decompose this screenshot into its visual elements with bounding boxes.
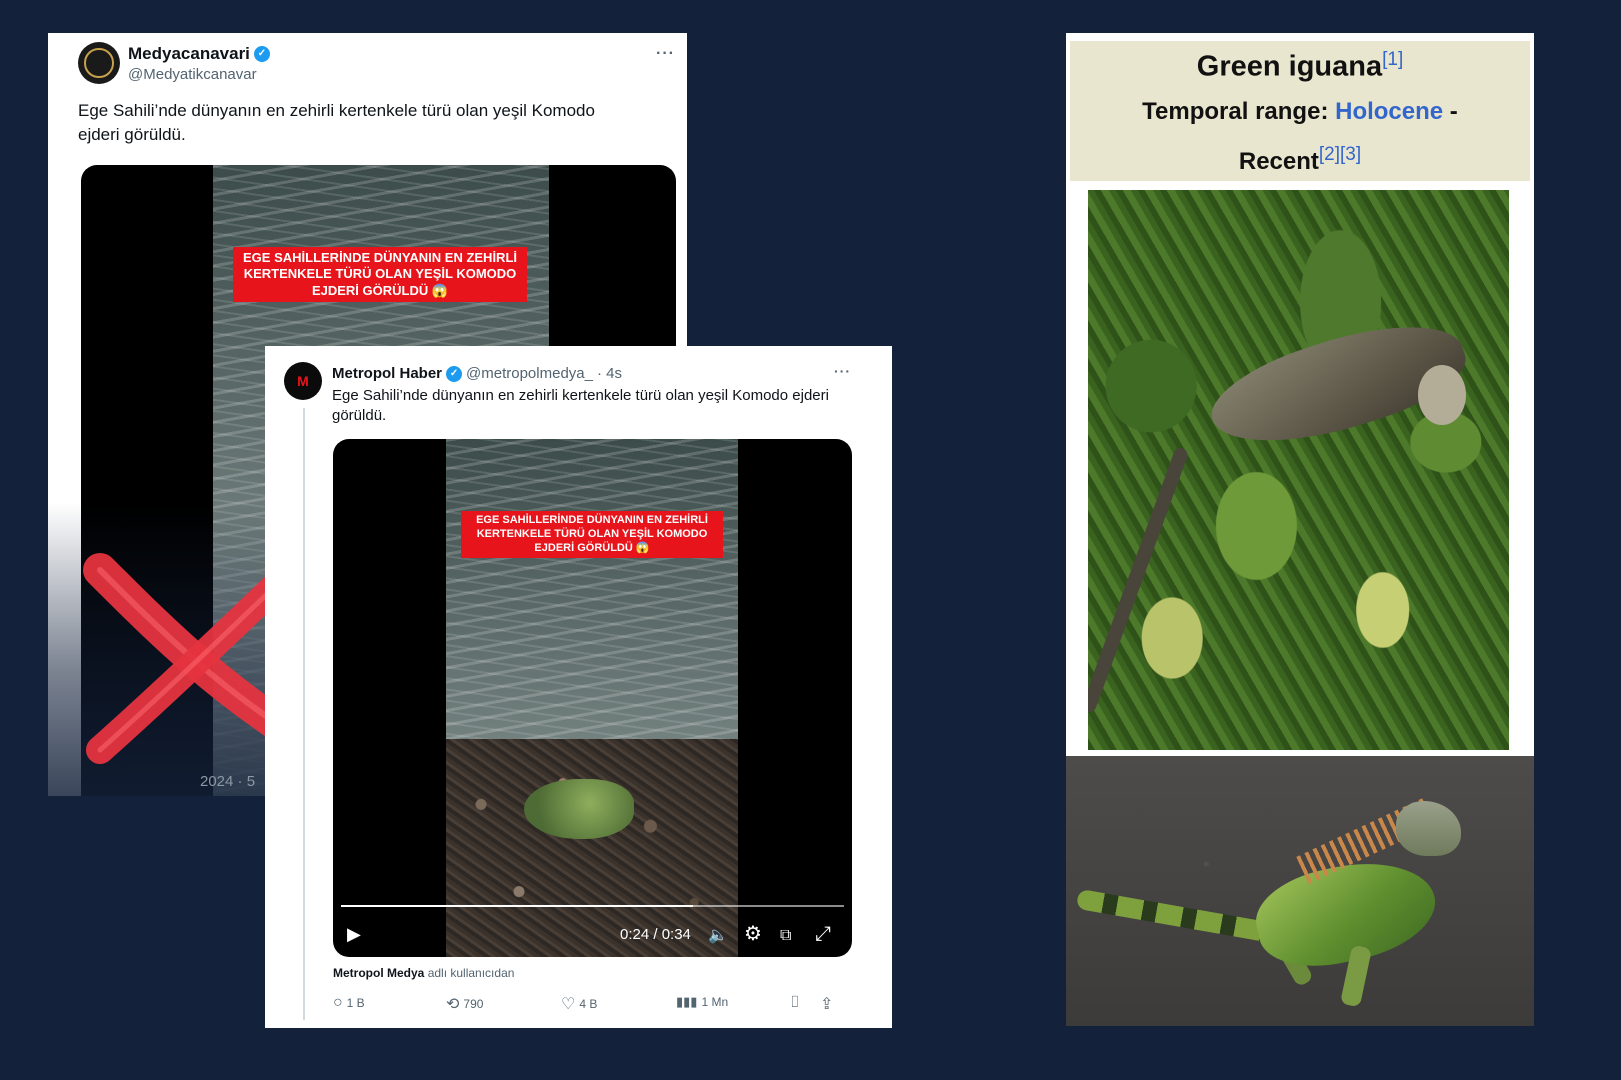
- attribution-user[interactable]: Metropol Medya: [333, 966, 424, 980]
- title-ref[interactable]: [1]: [1382, 49, 1403, 70]
- time-ago[interactable]: · 4s: [597, 365, 622, 382]
- handle[interactable]: @Medyatikcanavar: [128, 66, 257, 83]
- more-options-icon[interactable]: ···: [656, 45, 675, 63]
- infobox-header: Green iguana[1] Temporal range: Holocene…: [1070, 41, 1530, 181]
- retweet-icon: ⟲: [446, 996, 460, 1013]
- reply-icon: ○: [333, 994, 343, 1011]
- settings-icon[interactable]: ⚙: [744, 921, 762, 946]
- iguana-photo-tree[interactable]: [1088, 190, 1509, 750]
- temporal-range: Temporal range: Holocene -: [1070, 98, 1530, 126]
- verified-icon: ✓: [253, 46, 270, 62]
- display-name[interactable]: Metropol Haber: [332, 365, 442, 382]
- video-progress-bar[interactable]: [341, 905, 844, 907]
- tweet-text: Ege Sahili’nde dünyanın en zehirli kerte…: [332, 387, 829, 424]
- like-button[interactable]: ♡ 4 B: [561, 994, 597, 1014]
- video-attribution[interactable]: Metropol Medya adlı kullanıcıdan: [333, 966, 514, 980]
- verified-icon: ✓: [446, 365, 463, 382]
- thread-line: [303, 408, 305, 1020]
- wikipedia-infobox: Green iguana[1] Temporal range: Holocene…: [1066, 33, 1534, 1026]
- video-banner: EGE SAHİLLERİNDE DÜNYANIN EN ZEHİRLİ KER…: [461, 511, 723, 559]
- holocene-link[interactable]: Holocene: [1335, 98, 1443, 125]
- iguana-dewlap: [1418, 365, 1466, 425]
- retweet-button[interactable]: ⟲ 790: [446, 994, 483, 1014]
- share-button[interactable]: ⇪: [820, 994, 833, 1014]
- range-recent: Recent[2][3]: [1070, 144, 1530, 176]
- reply-count: 1 B: [346, 996, 365, 1010]
- recent-label: Recent: [1238, 148, 1319, 175]
- video-time: 0:24 / 0:34: [620, 926, 691, 943]
- iguana-body: [1248, 848, 1444, 979]
- avatar-medyacanavari[interactable]: [78, 42, 120, 84]
- recent-refs[interactable]: [2][3]: [1319, 144, 1361, 165]
- tweet-text: Ege Sahili’nde dünyanın en zehirli kerte…: [78, 101, 595, 144]
- species-title: Green iguana[1]: [1070, 49, 1530, 84]
- bookmark-button[interactable]: ⌷: [790, 994, 800, 1012]
- like-count: 4 B: [579, 997, 598, 1011]
- share-icon: ⇪: [820, 996, 834, 1013]
- attribution-suffix: adlı kullanıcıdan: [427, 966, 515, 980]
- display-name[interactable]: Medyacanavari: [128, 44, 250, 64]
- reply-button[interactable]: ○ 1 B: [333, 994, 365, 1012]
- handle[interactable]: @metropolmedya_: [466, 365, 593, 382]
- range-dash: -: [1443, 98, 1458, 125]
- play-icon[interactable]: ▶: [347, 924, 361, 945]
- retweet-count: 790: [463, 997, 484, 1011]
- bookmark-icon: ⌷: [790, 994, 800, 1011]
- avatar-metropol-haber[interactable]: M: [284, 362, 322, 400]
- iguana-tail: [1075, 888, 1277, 944]
- range-label: Temporal range:: [1142, 98, 1329, 125]
- iguana-photo-ground[interactable]: [1066, 756, 1534, 1026]
- pip-icon[interactable]: ⧉: [780, 927, 791, 945]
- video-banner: EGE SAHİLLERİNDE DÜNYANIN EN ZEHİRLİ KER…: [233, 247, 527, 302]
- fullscreen-icon[interactable]: ⤢: [815, 923, 831, 946]
- tweet-date: 2024 · 5: [200, 773, 256, 790]
- video-progress-fill: [341, 905, 694, 907]
- volume-icon[interactable]: 🔈: [708, 925, 728, 945]
- video-player[interactable]: EGE SAHİLLERİNDE DÜNYANIN EN ZEHİRLİ KER…: [333, 439, 852, 957]
- iguana-head: [1396, 801, 1461, 856]
- species-name: Green iguana: [1196, 50, 1383, 83]
- views-count: 1 Mn: [701, 995, 729, 1009]
- iguana-tail: [1088, 446, 1190, 714]
- like-icon: ♡: [561, 996, 576, 1013]
- tweet-card-metropol-haber: M Metropol Haber ✓ @metropolmedya_ · 4s …: [265, 346, 892, 1028]
- pebble-shore: [446, 739, 738, 957]
- more-options-icon[interactable]: ···: [834, 363, 851, 379]
- iguana-in-video: [524, 779, 634, 839]
- views-icon: ▮▮▮: [676, 994, 698, 1009]
- views-button[interactable]: ▮▮▮ 1 Mn: [676, 994, 728, 1010]
- tweet-actions: ○ 1 B ⟲ 790 ♡ 4 B ▮▮▮ 1 Mn ⌷ ⇪: [333, 994, 851, 1014]
